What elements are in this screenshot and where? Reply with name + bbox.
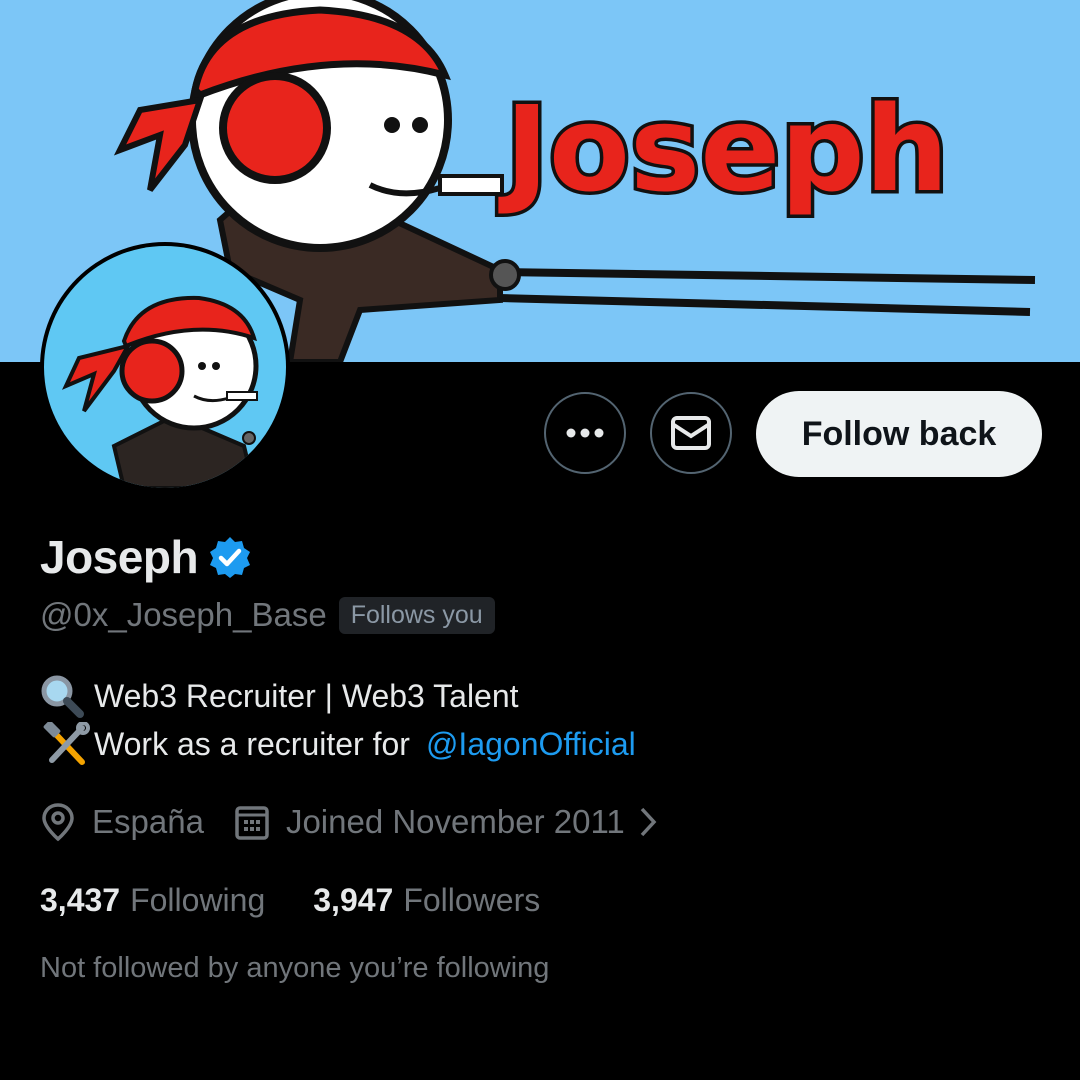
message-button[interactable] (650, 392, 732, 474)
bio-line-1: Web3 Recruiter | Web3 Talent (40, 672, 636, 720)
bio-text-2: Work as a recruiter for (94, 726, 410, 762)
display-name: Joseph (40, 531, 199, 583)
magnifying-glass-icon (40, 674, 94, 718)
hammer-and-wrench-icon (40, 722, 94, 766)
mention-link[interactable]: @IagonOfficial (426, 720, 636, 768)
location: España (40, 802, 204, 842)
calendar-icon (235, 806, 269, 840)
avatar[interactable] (40, 242, 290, 492)
profile-name-row: Joseph (40, 530, 252, 584)
handle: @0x_Joseph_Base (40, 596, 327, 633)
banner-name-text: Joseph (498, 80, 949, 218)
followers-label: Followers (403, 881, 541, 918)
joined-date[interactable]: Joined November 2011 (234, 803, 661, 841)
followers-link[interactable]: 3,947 Followers (313, 882, 540, 919)
avatar-illustration (61, 295, 259, 488)
follow-stats: 3,437 Following 3,947 Followers (40, 878, 540, 922)
location-text: España (92, 803, 204, 840)
handle-row: @0x_Joseph_Base Follows you (40, 596, 495, 634)
following-count: 3,437 (40, 881, 121, 918)
chevron-right-icon (640, 807, 657, 837)
more-button[interactable] (544, 392, 626, 474)
location-pin-icon (42, 803, 74, 842)
joined-text: Joined November 2011 (285, 803, 625, 840)
envelope-icon (671, 416, 711, 450)
profile-meta: España Joined November 2011 (40, 798, 661, 846)
following-label: Following (130, 881, 266, 918)
follow-back-button[interactable]: Follow back (756, 391, 1042, 477)
following-link[interactable]: 3,437 Following (40, 882, 265, 919)
follows-you-badge: Follows you (338, 596, 495, 634)
verified-badge-icon[interactable] (208, 535, 252, 579)
more-horizontal-icon (566, 428, 604, 438)
bio-line-2: Work as a recruiter for @IagonOfficial (40, 720, 636, 768)
mutual-followers-note: Not followed by anyone you’re following (40, 952, 550, 984)
followers-count: 3,947 (313, 881, 394, 918)
bio-text-1: Web3 Recruiter | Web3 Talent (94, 678, 519, 714)
bio: Web3 Recruiter | Web3 Talent Work as a r… (40, 672, 636, 768)
